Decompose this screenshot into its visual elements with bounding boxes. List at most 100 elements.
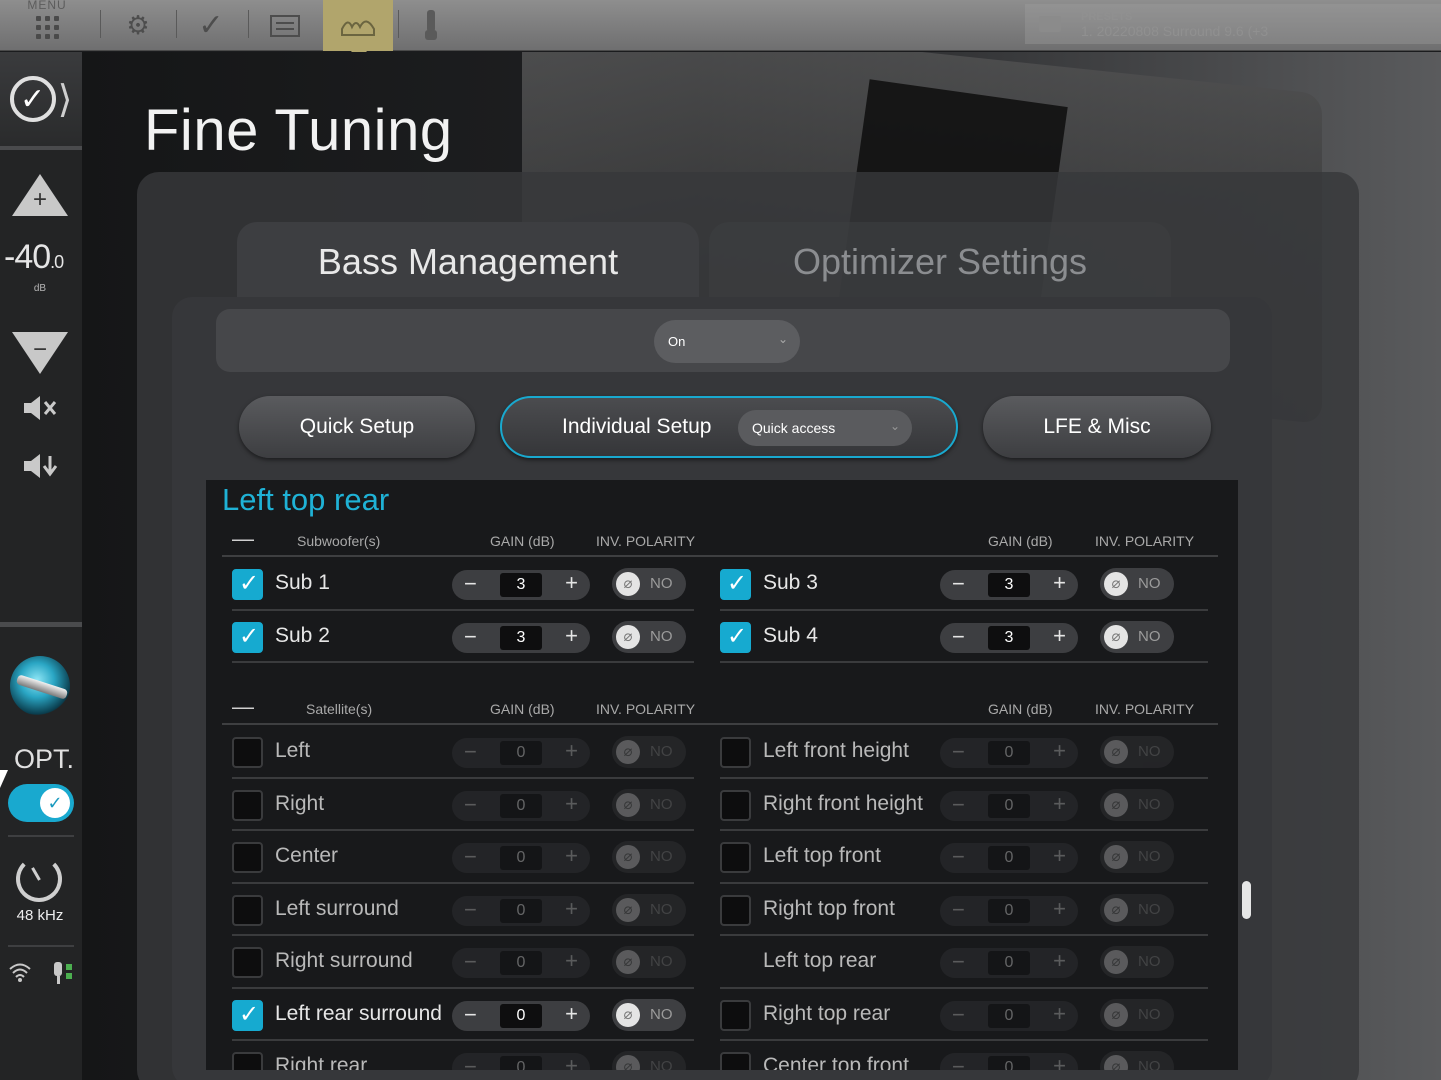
increment-button[interactable]: + [1053, 738, 1066, 764]
gain-value[interactable]: 0 [500, 1003, 542, 1028]
gain-value[interactable]: 3 [500, 625, 542, 650]
increment-button[interactable]: + [1053, 896, 1066, 922]
gain-value[interactable]: 0 [988, 951, 1030, 975]
gain-value[interactable]: 0 [988, 846, 1030, 870]
enable-checkbox[interactable] [720, 999, 751, 1031]
lfe-misc-button[interactable]: LFE & Misc [983, 396, 1211, 458]
decrement-button[interactable]: − [952, 897, 965, 923]
enable-checkbox[interactable] [232, 999, 263, 1031]
gain-value[interactable]: 3 [988, 625, 1030, 650]
enable-checkbox[interactable] [232, 569, 263, 600]
gain-stepper[interactable]: −0 + [452, 1000, 590, 1031]
enable-checkbox[interactable] [232, 737, 263, 768]
quick-setup-button[interactable]: Quick Setup [239, 396, 475, 458]
polarity-toggle[interactable]: ⌀ NO [612, 1051, 686, 1070]
input-source-icon[interactable] [10, 656, 70, 716]
polarity-toggle[interactable]: ⌀ NO [612, 788, 686, 821]
increment-button[interactable]: + [1053, 791, 1066, 817]
decrement-button[interactable]: − [464, 844, 477, 870]
gain-stepper[interactable]: −0 + [940, 843, 1078, 873]
increment-button[interactable]: + [565, 791, 578, 817]
polarity-toggle[interactable]: ⌀ NO [1100, 568, 1174, 600]
gain-stepper[interactable]: −0 + [452, 895, 590, 926]
decrement-button[interactable]: − [952, 739, 965, 765]
gain-stepper[interactable]: −0 + [940, 895, 1078, 926]
decrement-button[interactable]: − [464, 1054, 477, 1070]
gain-value[interactable]: 0 [988, 1003, 1030, 1028]
presets-selector[interactable]: PRESETS 1. 20220808 Surround 9.6 (+3 [1025, 4, 1441, 44]
gain-stepper[interactable]: −0 + [940, 738, 1078, 768]
enable-checkbox[interactable] [232, 621, 263, 653]
tab-optimizer-settings[interactable]: Optimizer Settings [709, 222, 1171, 302]
decrement-button[interactable]: − [464, 1002, 477, 1028]
enable-checkbox[interactable] [720, 842, 751, 873]
polarity-toggle[interactable]: ⌀ NO [612, 736, 686, 768]
decrement-button[interactable]: − [464, 624, 477, 650]
fine-tuning-tab-icon[interactable] [323, 0, 393, 60]
increment-button[interactable]: + [1053, 1001, 1066, 1027]
optimizer-toggle[interactable]: ✓ [8, 784, 74, 822]
increment-button[interactable]: + [565, 1001, 578, 1027]
gain-value[interactable]: 0 [988, 793, 1030, 818]
increment-button[interactable]: + [1053, 843, 1066, 869]
polarity-toggle[interactable]: ⌀ NO [1100, 841, 1174, 873]
gain-stepper[interactable]: −0 + [940, 948, 1078, 978]
enable-checkbox[interactable] [720, 621, 751, 653]
increment-button[interactable]: + [1053, 948, 1066, 974]
gain-value[interactable]: 3 [500, 573, 542, 597]
enable-checkbox[interactable] [232, 842, 263, 873]
decrement-button[interactable]: − [464, 792, 477, 818]
polarity-toggle[interactable]: ⌀ NO [612, 998, 686, 1031]
gain-stepper[interactable]: −0 + [452, 738, 590, 768]
menu-button[interactable]: MENU [18, 0, 76, 51]
increment-button[interactable]: + [565, 623, 578, 649]
decrement-button[interactable]: − [952, 1054, 965, 1070]
polarity-toggle[interactable]: ⌀ NO [612, 568, 686, 600]
decrement-button[interactable]: − [952, 949, 965, 975]
check-icon[interactable]: ✓ [186, 0, 236, 51]
enable-checkbox[interactable] [720, 569, 751, 600]
scrollbar-thumb[interactable] [1242, 881, 1251, 919]
polarity-toggle[interactable]: ⌀ NO [612, 841, 686, 873]
decrement-button[interactable]: − [464, 949, 477, 975]
settings-icon[interactable]: ⚙ [112, 0, 164, 51]
gain-value[interactable]: 0 [500, 1056, 542, 1070]
enable-checkbox[interactable] [232, 1052, 263, 1070]
increment-button[interactable]: + [565, 738, 578, 764]
gain-stepper[interactable]: −0 + [452, 843, 590, 873]
increment-button[interactable]: + [565, 948, 578, 974]
gain-value[interactable]: 0 [500, 846, 542, 870]
gain-stepper[interactable]: −3 + [940, 622, 1078, 653]
enable-checkbox[interactable] [720, 894, 751, 926]
enable-checkbox[interactable] [232, 789, 263, 821]
gain-stepper[interactable]: −3 + [940, 570, 1078, 600]
gain-stepper[interactable]: −3 + [452, 570, 590, 600]
speaker-table[interactable]: Left top rear — Subwoofer(s) GAIN (dB) I… [206, 480, 1238, 1070]
polarity-toggle[interactable]: ⌀ NO [612, 620, 686, 653]
gain-stepper[interactable]: −3 + [452, 622, 590, 653]
gain-value[interactable]: 0 [500, 951, 542, 975]
collapse-icon[interactable]: — [232, 526, 254, 552]
microphone-icon[interactable] [410, 0, 452, 51]
display-icon[interactable] [260, 0, 310, 51]
gain-value[interactable]: 3 [988, 573, 1030, 597]
increment-button[interactable]: + [1053, 1053, 1066, 1070]
increment-button[interactable]: + [565, 843, 578, 869]
polarity-toggle[interactable]: ⌀ NO [612, 946, 686, 978]
gain-value[interactable]: 0 [500, 898, 542, 923]
gain-value[interactable]: 0 [988, 1056, 1030, 1070]
polarity-toggle[interactable]: ⌀ NO [1100, 620, 1174, 653]
decrement-button[interactable]: − [952, 571, 965, 597]
decrement-button[interactable]: − [464, 897, 477, 923]
enable-checkbox[interactable] [232, 894, 263, 926]
gain-value[interactable]: 0 [500, 793, 542, 818]
gain-stepper[interactable]: − 0 + [940, 1053, 1078, 1070]
volume-step-down-icon[interactable] [0, 452, 80, 487]
polarity-toggle[interactable]: ⌀ NO [1100, 788, 1174, 821]
gain-stepper[interactable]: −0 + [452, 790, 590, 821]
enable-checkbox[interactable] [720, 789, 751, 821]
gain-stepper[interactable]: −0 + [940, 790, 1078, 821]
polarity-toggle[interactable]: ⌀ NO [1100, 946, 1174, 978]
increment-button[interactable]: + [565, 570, 578, 596]
mode-dropdown[interactable]: On ⌄ [654, 320, 800, 363]
